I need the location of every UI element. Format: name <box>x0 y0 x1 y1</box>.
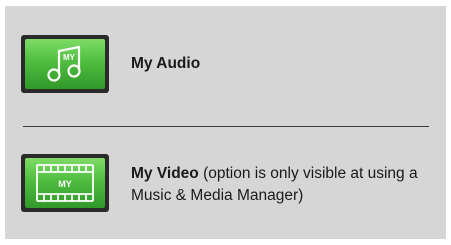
my-video-tile[interactable]: MY <box>21 154 109 212</box>
options-panel: MY My Audio MY My Video (option is only … <box>5 6 446 239</box>
my-audio-tile[interactable]: MY <box>21 35 109 93</box>
my-audio-label: My Audio <box>131 53 200 75</box>
my-video-label: My Video (option is only visible at usin… <box>131 163 431 207</box>
music-note-icon: MY <box>25 39 105 89</box>
divider <box>23 126 429 127</box>
my-audio-title: My Audio <box>131 55 201 72</box>
my-video-row[interactable]: MY My Video (option is only visible at u… <box>5 147 446 223</box>
icon-badge: MY <box>63 53 76 62</box>
film-strip-icon: MY <box>25 158 105 208</box>
my-video-title: My Video <box>131 165 199 182</box>
my-audio-row[interactable]: MY My Audio <box>5 33 446 95</box>
icon-badge: MY <box>58 179 72 189</box>
